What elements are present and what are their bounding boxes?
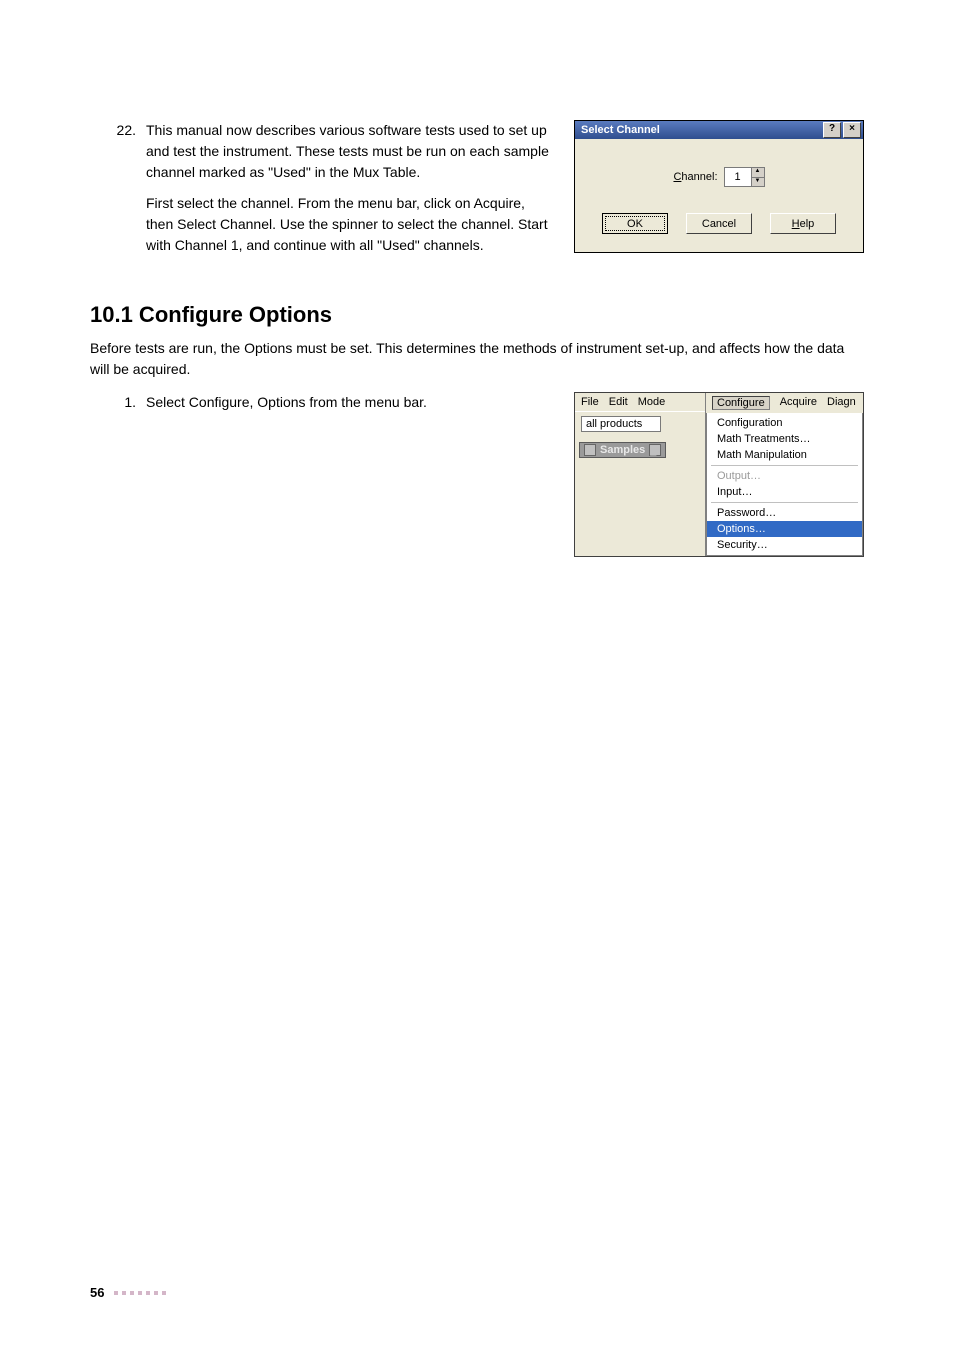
products-field[interactable]: all products bbox=[581, 416, 661, 432]
cancel-button[interactable]: Cancel bbox=[686, 213, 752, 234]
dialog-titlebar[interactable]: Select Channel ? × bbox=[575, 121, 863, 139]
samples-tab[interactable]: Samples _ bbox=[579, 442, 666, 458]
close-icon[interactable]: × bbox=[843, 122, 861, 138]
ok-button[interactable]: OK bbox=[602, 213, 668, 234]
channel-label: Channel: bbox=[673, 171, 717, 183]
page-footer: 56 bbox=[90, 1285, 166, 1300]
step-1-block: 1. Select Configure, Options from the me… bbox=[90, 392, 864, 557]
document-page: 22. This manual now describes various so… bbox=[0, 0, 954, 1350]
list-number: 22. bbox=[90, 120, 146, 256]
paragraph: Select Configure, Options from the menu … bbox=[146, 392, 427, 413]
menuitem-password[interactable]: Password… bbox=[707, 505, 862, 521]
configure-dropdown: Configuration Math Treatments… Math Mani… bbox=[706, 413, 863, 556]
menu-acquire[interactable]: Acquire bbox=[780, 396, 817, 410]
section-heading: 10.1 Configure Options bbox=[90, 302, 864, 328]
spinner-up-icon[interactable]: ▲ bbox=[752, 168, 764, 178]
select-channel-dialog: Select Channel ? × Channel: ▲ ▼ bbox=[574, 120, 864, 253]
menu-file[interactable]: File bbox=[581, 396, 599, 408]
menuitem-input[interactable]: Input… bbox=[707, 484, 862, 500]
samples-tab-label: Samples bbox=[600, 444, 645, 456]
menuitem-configuration[interactable]: Configuration bbox=[707, 415, 862, 431]
window-icon bbox=[584, 444, 596, 456]
menuitem-output: Output… bbox=[707, 468, 862, 484]
page-number: 56 bbox=[90, 1285, 104, 1300]
menuitem-math-manipulation[interactable]: Math Manipulation bbox=[707, 447, 862, 463]
footer-dots-icon bbox=[114, 1291, 166, 1295]
paragraph: Before tests are run, the Options must b… bbox=[90, 338, 864, 380]
menu-mode[interactable]: Mode bbox=[638, 396, 666, 408]
help-button[interactable]: Help bbox=[770, 213, 836, 234]
menu-configure[interactable]: Configure bbox=[712, 396, 770, 410]
menuitem-security[interactable]: Security… bbox=[707, 537, 862, 553]
menubar-right: Configure Acquire Diagn bbox=[706, 393, 863, 413]
spinner-down-icon[interactable]: ▼ bbox=[752, 178, 764, 187]
minimize-icon: _ bbox=[649, 444, 661, 456]
menu-separator bbox=[711, 502, 858, 503]
channel-input[interactable] bbox=[725, 168, 751, 186]
channel-spinner[interactable]: ▲ ▼ bbox=[724, 167, 765, 187]
step-22-block: 22. This manual now describes various so… bbox=[90, 120, 864, 268]
menu-edit[interactable]: Edit bbox=[609, 396, 628, 408]
paragraph: First select the channel. From the menu … bbox=[146, 193, 550, 256]
dialog-title: Select Channel bbox=[581, 124, 821, 136]
menuitem-options[interactable]: Options… bbox=[707, 521, 862, 537]
help-icon[interactable]: ? bbox=[823, 122, 841, 138]
menubar-left: File Edit Mode bbox=[575, 393, 705, 411]
list-number: 1. bbox=[90, 392, 146, 413]
step-22-text: 22. This manual now describes various so… bbox=[90, 120, 550, 268]
menu-separator bbox=[711, 465, 858, 466]
menu-screenshot: File Edit Mode all products Samples _ bbox=[574, 392, 864, 557]
menuitem-math-treatments[interactable]: Math Treatments… bbox=[707, 431, 862, 447]
paragraph: This manual now describes various softwa… bbox=[146, 120, 550, 183]
menu-diagn[interactable]: Diagn bbox=[827, 396, 856, 410]
